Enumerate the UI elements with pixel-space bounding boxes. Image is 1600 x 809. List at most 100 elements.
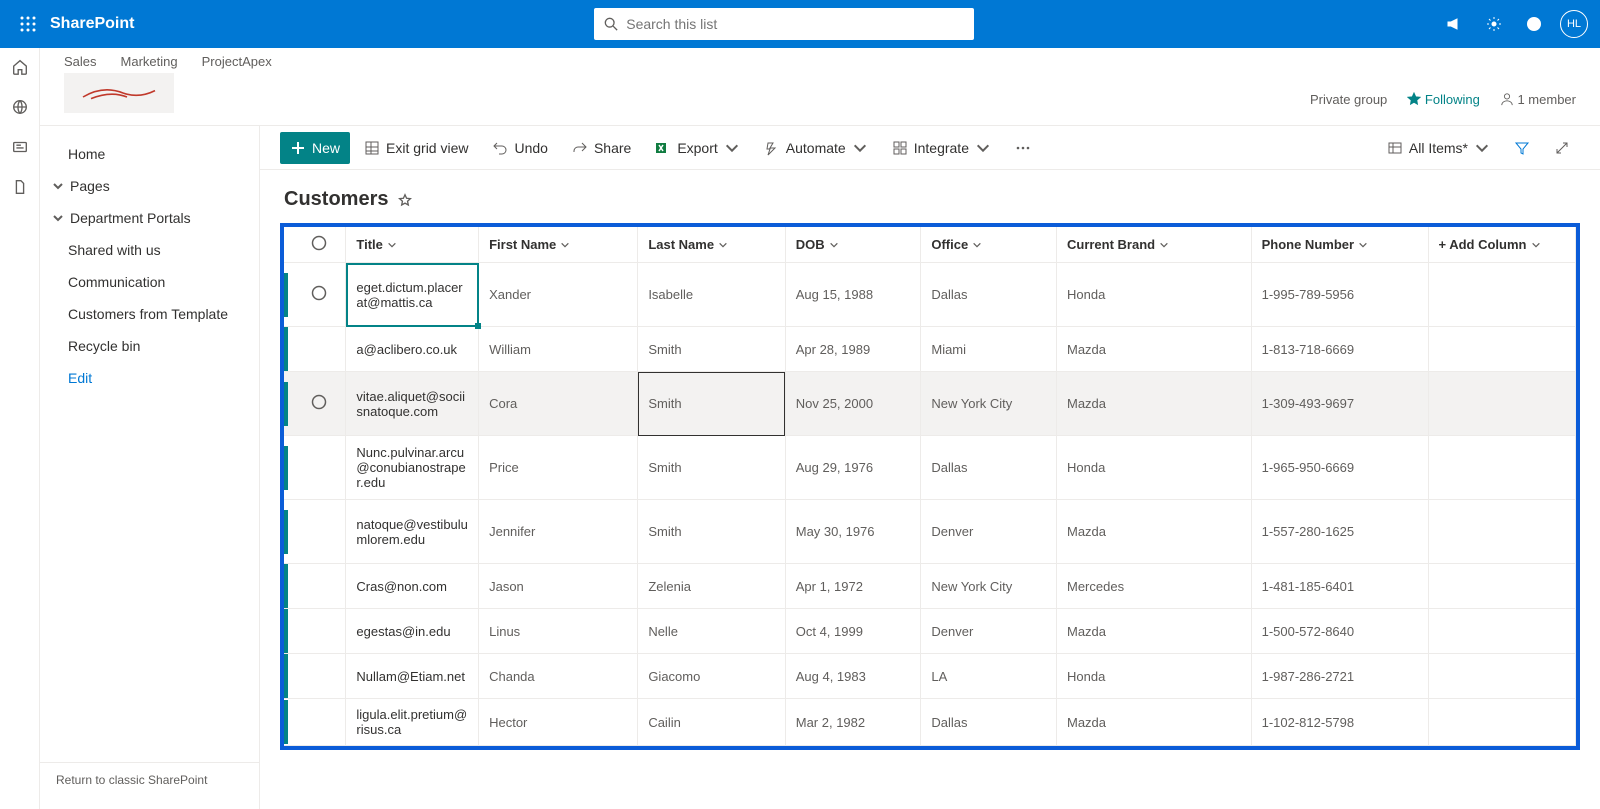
table-row[interactable]: ligula.elit.pretium@risus.caHectorCailin… [284, 699, 1576, 746]
favorite-star-icon[interactable] [398, 193, 412, 207]
nav-edit[interactable]: Edit [40, 362, 259, 394]
cell-title[interactable]: vitae.aliquet@sociisnatoque.com [346, 372, 479, 436]
row-checkbox[interactable] [293, 500, 346, 564]
cell-last[interactable]: Nelle [638, 609, 785, 654]
files-icon[interactable] [11, 178, 29, 196]
nav-pages[interactable]: Pages [40, 170, 259, 202]
cell-brand[interactable]: Mazda [1056, 609, 1251, 654]
cell-title[interactable]: Nunc.pulvinar.arcu@conubianostraper.edu [346, 436, 479, 500]
cell-title[interactable]: ligula.elit.pretium@risus.ca [346, 699, 479, 746]
cell-dob[interactable]: Apr 28, 1989 [785, 327, 921, 372]
cell-title[interactable]: egestas@in.edu [346, 609, 479, 654]
nav-customers-template[interactable]: Customers from Template [40, 298, 259, 330]
cell-brand[interactable]: Honda [1056, 654, 1251, 699]
cell-dob[interactable]: Oct 4, 1999 [785, 609, 921, 654]
table-row[interactable]: Cras@non.comJasonZeleniaApr 1, 1972New Y… [284, 564, 1576, 609]
search-input[interactable] [626, 16, 964, 32]
cell-last[interactable]: Zelenia [638, 564, 785, 609]
cell-add[interactable] [1428, 500, 1576, 564]
cell-last[interactable]: Smith [638, 372, 785, 436]
table-row[interactable]: natoque@vestibulumlorem.eduJenniferSmith… [284, 500, 1576, 564]
cell-add[interactable] [1428, 372, 1576, 436]
filter-button[interactable] [1504, 132, 1540, 164]
cell-add[interactable] [1428, 263, 1576, 327]
cell-title[interactable]: Nullam@Etiam.net [346, 654, 479, 699]
cell-first[interactable]: Jason [479, 564, 638, 609]
cell-office[interactable]: Denver [921, 609, 1057, 654]
search-box[interactable] [594, 8, 974, 40]
cell-add[interactable] [1428, 609, 1576, 654]
return-classic-link[interactable]: Return to classic SharePoint [40, 762, 259, 797]
cell-office[interactable]: Dallas [921, 699, 1057, 746]
cell-first[interactable]: Xander [479, 263, 638, 327]
cell-last[interactable]: Smith [638, 500, 785, 564]
cell-phone[interactable]: 1-500-572-8640 [1251, 609, 1428, 654]
row-checkbox[interactable] [293, 654, 346, 699]
cell-office[interactable]: Miami [921, 327, 1057, 372]
exit-grid-button[interactable]: Exit grid view [354, 132, 478, 164]
cell-phone[interactable]: 1-965-950-6669 [1251, 436, 1428, 500]
cell-phone[interactable]: 1-995-789-5956 [1251, 263, 1428, 327]
row-checkbox[interactable] [293, 564, 346, 609]
cell-brand[interactable]: Honda [1056, 436, 1251, 500]
select-all-checkbox[interactable] [293, 227, 346, 263]
col-last[interactable]: Last Name [638, 227, 785, 263]
cell-add[interactable] [1428, 699, 1576, 746]
cell-last[interactable]: Giacomo [638, 654, 785, 699]
home-icon[interactable] [11, 58, 29, 76]
site-logo[interactable] [64, 73, 174, 113]
cell-first[interactable]: Chanda [479, 654, 638, 699]
settings-icon[interactable] [1474, 4, 1514, 44]
hub-link[interactable]: Sales [64, 54, 97, 69]
cell-dob[interactable]: Nov 25, 2000 [785, 372, 921, 436]
help-icon[interactable] [1514, 4, 1554, 44]
row-checkbox[interactable] [293, 263, 346, 327]
export-button[interactable]: Export [645, 132, 749, 164]
new-button[interactable]: New [280, 132, 350, 164]
undo-button[interactable]: Undo [482, 132, 557, 164]
cell-add[interactable] [1428, 436, 1576, 500]
cell-title[interactable]: eget.dictum.placerat@mattis.ca [346, 263, 479, 327]
table-row[interactable]: eget.dictum.placerat@mattis.caXanderIsab… [284, 263, 1576, 327]
cell-dob[interactable]: Apr 1, 1972 [785, 564, 921, 609]
col-first[interactable]: First Name [479, 227, 638, 263]
row-checkbox[interactable] [293, 327, 346, 372]
col-brand[interactable]: Current Brand [1056, 227, 1251, 263]
cell-first[interactable]: William [479, 327, 638, 372]
col-title[interactable]: Title [346, 227, 479, 263]
cell-first[interactable]: Linus [479, 609, 638, 654]
col-phone[interactable]: Phone Number [1251, 227, 1428, 263]
cell-dob[interactable]: Aug 15, 1988 [785, 263, 921, 327]
table-row[interactable]: vitae.aliquet@sociisnatoque.comCoraSmith… [284, 372, 1576, 436]
data-grid[interactable]: Title First Name Last Name DOB Office Cu… [280, 223, 1580, 750]
nav-home[interactable]: Home [40, 138, 259, 170]
cell-brand[interactable]: Honda [1056, 263, 1251, 327]
globe-icon[interactable] [11, 98, 29, 116]
cell-dob[interactable]: Mar 2, 1982 [785, 699, 921, 746]
cell-office[interactable]: Denver [921, 500, 1057, 564]
cell-phone[interactable]: 1-102-812-5798 [1251, 699, 1428, 746]
cell-last[interactable]: Smith [638, 327, 785, 372]
members-button[interactable]: 1 member [1500, 92, 1576, 107]
cell-phone[interactable]: 1-813-718-6669 [1251, 327, 1428, 372]
col-dob[interactable]: DOB [785, 227, 921, 263]
cell-office[interactable]: New York City [921, 372, 1057, 436]
nav-communication[interactable]: Communication [40, 266, 259, 298]
hub-link[interactable]: Marketing [121, 54, 178, 69]
cell-phone[interactable]: 1-309-493-9697 [1251, 372, 1428, 436]
news-icon[interactable] [11, 138, 29, 156]
col-add[interactable]: + Add Column [1428, 227, 1576, 263]
megaphone-icon[interactable] [1434, 4, 1474, 44]
automate-button[interactable]: Automate [754, 132, 878, 164]
row-checkbox[interactable] [293, 372, 346, 436]
row-checkbox[interactable] [293, 699, 346, 746]
more-button[interactable] [1005, 132, 1041, 164]
cell-last[interactable]: Smith [638, 436, 785, 500]
cell-last[interactable]: Isabelle [638, 263, 785, 327]
following-button[interactable]: Following [1407, 92, 1480, 107]
app-launcher-icon[interactable] [12, 8, 44, 40]
nav-recycle[interactable]: Recycle bin [40, 330, 259, 362]
cell-first[interactable]: Hector [479, 699, 638, 746]
hub-link[interactable]: ProjectApex [202, 54, 272, 69]
cell-brand[interactable]: Mazda [1056, 372, 1251, 436]
